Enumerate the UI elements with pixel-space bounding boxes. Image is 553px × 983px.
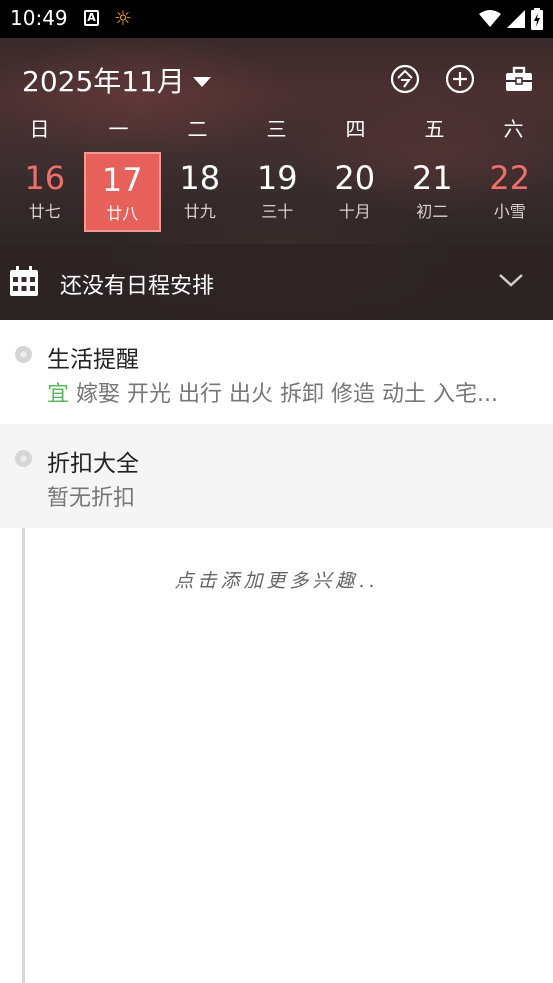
wifi-icon xyxy=(479,10,501,27)
weekday-label: 六 xyxy=(503,117,524,141)
status-icons xyxy=(479,8,543,30)
card-title: 生活提醒 xyxy=(47,347,139,373)
weekday-label: 二 xyxy=(187,117,208,141)
weekday-label: 五 xyxy=(424,117,445,141)
battery-icon xyxy=(531,8,543,30)
signal-icon xyxy=(507,10,525,28)
yi-label: 宜 xyxy=(47,382,70,407)
day-cell[interactable]: 20 十月 xyxy=(316,152,394,232)
calendar-icon xyxy=(10,266,38,296)
day-cell[interactable]: 18 廿九 xyxy=(161,152,239,232)
day-number: 16 xyxy=(24,159,66,197)
brightness-sun-icon: ☼ xyxy=(114,6,132,30)
weekday-label: 四 xyxy=(345,117,366,141)
today-icon[interactable] xyxy=(390,64,420,94)
calendar-header: 2025年11月 日 一 二 三 四 五 六 16 廿七 17 廿八 18 廿九… xyxy=(0,38,553,320)
weekday-label: 三 xyxy=(266,117,287,141)
card-subtitle: 暂无折扣 xyxy=(47,486,136,511)
month-selector[interactable]: 2025年11月 xyxy=(22,60,211,100)
day-number: 17 xyxy=(101,161,143,199)
discount-card[interactable]: 折扣大全 暂无折扣 xyxy=(0,424,553,528)
lunar-date: 小雪 xyxy=(493,202,526,221)
toolbox-icon[interactable] xyxy=(504,64,534,94)
week-days-row: 16 廿七 17 廿八 18 廿九 19 三十 20 十月 21 初二 22 小… xyxy=(6,152,553,232)
day-cell-selected[interactable]: 17 廿八 xyxy=(83,152,161,232)
chevron-down-icon[interactable] xyxy=(498,272,524,288)
day-cell[interactable]: 16 廿七 xyxy=(6,152,84,232)
day-number: 20 xyxy=(334,159,376,197)
month-label: 2025年11月 xyxy=(22,65,185,98)
schedule-empty-text: 还没有日程安排 xyxy=(60,274,215,299)
life-reminder-card[interactable]: 生活提醒 宜 嫁娶 开光 出行 出火 拆卸 修造 动土 入宅... xyxy=(0,320,553,424)
day-cell[interactable]: 21 初二 xyxy=(394,152,472,232)
day-cell[interactable]: 19 三十 xyxy=(239,152,317,232)
lunar-date: 廿九 xyxy=(183,202,216,221)
day-number: 21 xyxy=(411,159,453,197)
schedule-bar[interactable]: 还没有日程安排 xyxy=(0,244,553,320)
notification-a-icon: A xyxy=(84,10,99,26)
status-bar: 10:49 A ☼ xyxy=(0,0,553,38)
weekday-row: 日 一 二 三 四 五 六 xyxy=(0,114,553,144)
add-interest-link[interactable]: 点击添加更多兴趣.. xyxy=(0,566,553,593)
add-circle-icon[interactable] xyxy=(445,64,475,94)
day-cell[interactable]: 22 小雪 xyxy=(471,152,549,232)
card-subtitle: 宜 嫁娶 开光 出行 出火 拆卸 修造 动土 入宅... xyxy=(47,376,537,408)
caret-down-icon xyxy=(192,77,211,87)
lunar-date: 十月 xyxy=(338,202,371,221)
status-time: 10:49 xyxy=(10,6,68,30)
day-number: 18 xyxy=(179,159,221,197)
timeline-dot-icon xyxy=(15,450,32,467)
timeline-dot-icon xyxy=(15,346,32,363)
lunar-date: 初二 xyxy=(416,202,449,221)
lunar-date: 廿八 xyxy=(106,204,139,223)
lunar-date: 三十 xyxy=(261,202,294,221)
day-number: 22 xyxy=(489,159,531,197)
lunar-date: 廿七 xyxy=(28,202,61,221)
card-subtitle-text: 嫁娶 开光 出行 出火 拆卸 修造 动土 入宅... xyxy=(69,382,498,407)
card-title: 折扣大全 xyxy=(47,451,139,477)
day-number: 19 xyxy=(256,159,298,197)
weekday-label: 一 xyxy=(108,117,129,141)
weekday-label: 日 xyxy=(29,117,50,141)
